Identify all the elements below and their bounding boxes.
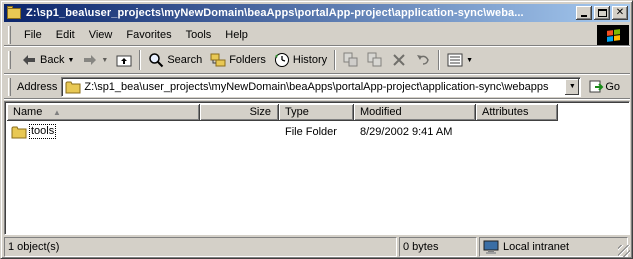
go-label: Go [605, 80, 621, 93]
column-header-label: Attributes [482, 106, 529, 118]
standard-toolbar: Back ▼ ▼ Search Folders History ▼ [4, 47, 630, 74]
window-controls: ✕ [574, 6, 628, 20]
search-label: Search [167, 54, 203, 66]
status-bar: 1 object(s) 0 bytes Local intranet [4, 237, 630, 257]
folders-button[interactable]: Folders [206, 49, 270, 71]
status-object-count: 1 object(s) [4, 237, 397, 257]
toolbar-separator [139, 50, 142, 70]
views-icon [447, 52, 463, 68]
menu-view[interactable]: View [82, 26, 120, 44]
back-button[interactable]: Back ▼ [17, 49, 78, 71]
views-button[interactable]: ▼ [443, 49, 477, 71]
search-button[interactable]: Search [144, 49, 206, 71]
window-title: Z:\sp1_bea\user_projects\myNewDomain\bea… [26, 7, 524, 19]
minimize-button[interactable] [576, 6, 592, 20]
go-button[interactable]: Go [589, 79, 620, 95]
delete-icon [391, 52, 407, 68]
folders-icon [210, 52, 226, 68]
status-size: 0 bytes [399, 237, 477, 257]
status-zone: Local intranet [479, 237, 628, 257]
title-bar[interactable]: Z:\sp1_bea\user_projects\myNewDomain\bea… [4, 4, 630, 22]
address-label: Address [17, 80, 58, 93]
up-folder-icon [116, 52, 132, 68]
menu-help[interactable]: Help [218, 26, 255, 44]
list-item[interactable]: tools File Folder 8/29/2002 9:41 AM [7, 123, 558, 140]
chevron-down-icon[interactable]: ▼ [101, 57, 108, 64]
menu-edit[interactable]: Edit [49, 26, 82, 44]
up-folder-button[interactable] [112, 49, 136, 71]
minimize-icon [581, 15, 587, 17]
folders-label: Folders [229, 54, 266, 66]
column-header-label: Name [13, 106, 43, 118]
file-list[interactable]: Name ▲ Size Type Modified Attributes too… [4, 101, 630, 235]
move-to-icon [343, 52, 359, 68]
delete-button[interactable] [387, 49, 411, 71]
close-icon: ✕ [615, 7, 625, 18]
go-arrow-icon [589, 79, 605, 95]
list-item-name[interactable]: tools [7, 124, 200, 140]
chevron-down-icon[interactable]: ▼ [565, 78, 580, 95]
chevron-down-icon[interactable]: ▼ [466, 57, 473, 64]
address-grip[interactable] [8, 77, 11, 96]
history-button[interactable]: History [270, 49, 331, 71]
toolbar-separator [438, 50, 441, 70]
column-header-type[interactable]: Type [279, 104, 354, 121]
forward-button[interactable]: ▼ [78, 49, 112, 71]
sort-ascending-icon: ▲ [53, 108, 61, 117]
column-header-attributes[interactable]: Attributes [476, 104, 558, 121]
local-intranet-icon [483, 239, 499, 255]
menu-grip[interactable] [8, 25, 11, 44]
back-arrow-icon [21, 52, 37, 68]
history-icon [274, 52, 290, 68]
resize-grip[interactable] [618, 245, 630, 257]
move-to-button[interactable] [339, 49, 363, 71]
explorer-window: Z:\sp1_bea\user_projects\myNewDomain\bea… [0, 0, 633, 259]
list-item-modified: 8/29/2002 9:41 AM [360, 125, 453, 138]
undo-button[interactable] [411, 49, 435, 71]
menu-file[interactable]: File [17, 26, 49, 44]
maximize-icon [597, 9, 607, 17]
address-input[interactable]: Z:\sp1_bea\user_projects\myNewDomain\bea… [61, 76, 582, 97]
forward-arrow-icon [82, 52, 98, 68]
list-item-type: File Folder [285, 125, 337, 138]
close-button[interactable]: ✕ [612, 6, 628, 20]
chevron-down-icon[interactable]: ▼ [67, 57, 74, 64]
back-label: Back [40, 54, 65, 66]
windows-logo-icon [597, 25, 629, 45]
list-item-name-text: tools [29, 124, 57, 139]
folder-icon [6, 6, 22, 20]
history-label: History [292, 54, 328, 66]
folder-icon [65, 80, 81, 94]
address-bar: Address Z:\sp1_bea\user_projects\myNewDo… [4, 75, 630, 99]
copy-to-button[interactable] [363, 49, 387, 71]
menu-bar: File Edit View Favorites Tools Help [4, 24, 630, 46]
column-header-size[interactable]: Size [200, 104, 279, 121]
address-value: Z:\sp1_bea\user_projects\myNewDomain\bea… [84, 80, 549, 93]
column-header-label: Size [249, 106, 271, 118]
toolbar-separator [334, 50, 337, 70]
undo-icon [415, 52, 431, 68]
maximize-button[interactable] [594, 6, 610, 20]
status-zone-label: Local intranet [503, 241, 570, 253]
column-header-modified[interactable]: Modified [354, 104, 476, 121]
column-header-label: Modified [360, 106, 402, 118]
toolbar-grip[interactable] [8, 51, 11, 69]
menu-tools[interactable]: Tools [179, 26, 219, 44]
search-icon [148, 52, 164, 68]
menu-favorites[interactable]: Favorites [119, 26, 178, 44]
folder-icon [11, 124, 27, 140]
column-header-label: Type [285, 106, 309, 118]
copy-to-icon [367, 52, 383, 68]
column-header-name[interactable]: Name ▲ [7, 104, 200, 121]
column-headers: Name ▲ Size Type Modified Attributes [7, 104, 558, 121]
